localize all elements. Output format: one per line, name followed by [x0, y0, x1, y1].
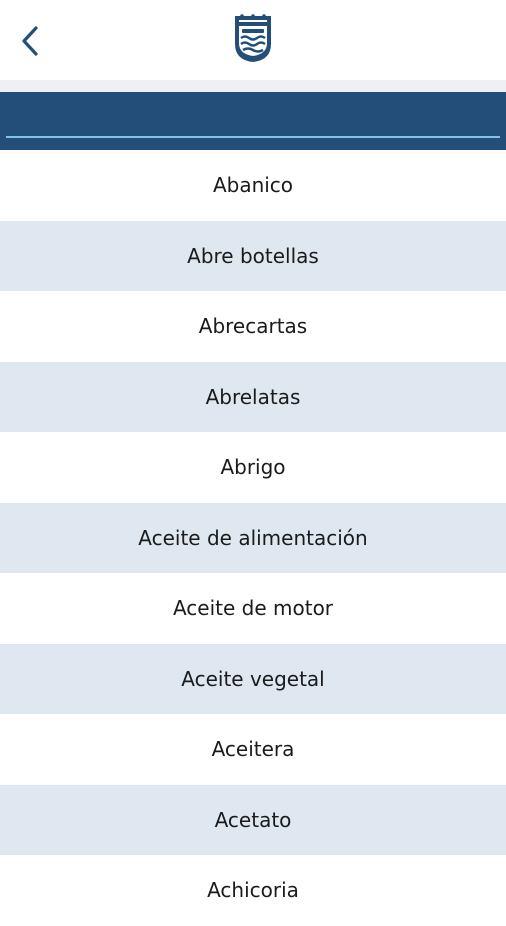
header-divider: [0, 80, 506, 92]
search-input[interactable]: [6, 96, 500, 138]
list-item[interactable]: Aceite vegetal: [0, 643, 506, 714]
top-app-bar: [0, 0, 506, 80]
list-item[interactable]: Achicoria: [0, 855, 506, 926]
list-item[interactable]: Aceite de alimentación: [0, 502, 506, 573]
coat-of-arms-shield-icon: [233, 14, 273, 64]
list-item[interactable]: Abre botellas: [0, 220, 506, 291]
list-item[interactable]: Abanico: [0, 150, 506, 221]
list-item[interactable]: Abrelatas: [0, 361, 506, 432]
list-item[interactable]: Abrigo: [0, 432, 506, 503]
chevron-left-icon: [22, 26, 38, 56]
list-item[interactable]: Acetato: [0, 784, 506, 855]
list-item[interactable]: Abrecartas: [0, 291, 506, 362]
list-item[interactable]: Aceitera: [0, 714, 506, 785]
back-button[interactable]: [14, 22, 50, 60]
item-list: Abanico Abre botellas Abrecartas Abrelat…: [0, 150, 506, 926]
list-item[interactable]: Aceite de motor: [0, 573, 506, 644]
search-bar: [0, 92, 506, 150]
